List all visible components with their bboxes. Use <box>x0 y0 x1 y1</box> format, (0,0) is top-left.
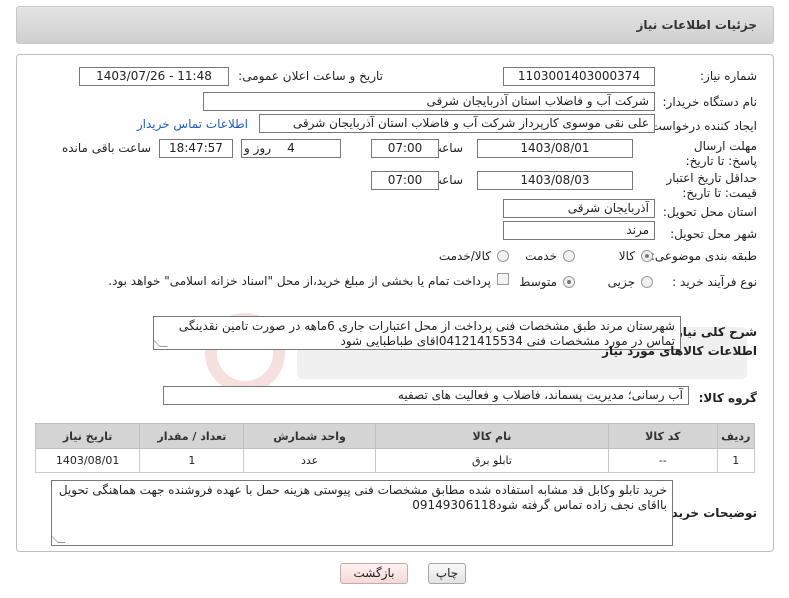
reply-deadline-label: مهلت ارسال پاسخ: تا تاریخ: <box>685 139 757 168</box>
treasury-payment-checkbox[interactable] <box>497 273 509 285</box>
process-radio-medium[interactable] <box>563 276 575 288</box>
cell-goods-code: -- <box>608 448 718 473</box>
category-radio-service[interactable] <box>563 250 575 262</box>
reply-time-field[interactable]: 07:00 <box>371 139 439 158</box>
days-label: روز و <box>244 141 271 155</box>
province-field[interactable]: آذربایجان شرقی <box>503 199 655 218</box>
cell-unit: عدد <box>243 448 376 473</box>
column-header: کد کالا <box>608 423 718 449</box>
treasury-payment-note: پرداخت تمام یا بخشی از مبلغ خرید،از محل … <box>108 274 491 288</box>
creator-label: ایجاد کننده درخواست: <box>646 119 757 133</box>
buyer-contact-link[interactable]: اطلاعات تماس خریدار <box>137 117 248 131</box>
category-label: طبقه بندی موضوعی: <box>650 249 757 263</box>
goods-section-title: اطلاعات کالاهای مورد نیاز <box>602 344 757 358</box>
buyer-org-label: نام دستگاه خریدار: <box>662 95 758 109</box>
city-field[interactable]: مرند <box>503 221 655 240</box>
process-option-medium: متوسط <box>519 275 557 289</box>
goods-group-field[interactable]: آب رسانی؛ مدیریت پسماند، فاضلاب و فعالیت… <box>163 386 689 405</box>
column-header: تاریخ نیاز <box>34 423 141 449</box>
column-header: تعداد / مقدار <box>139 423 245 449</box>
category-option-goods-service: کالا/خدمت <box>438 249 491 263</box>
column-header: واحد شمارش <box>243 423 376 449</box>
process-option-minor: جزیی <box>607 275 635 289</box>
remaining-time-field[interactable]: 18:47:57 <box>159 139 233 158</box>
print-button[interactable]: چاپ <box>428 563 466 584</box>
announce-datetime-field[interactable]: 1403/07/26 - 11:48 <box>79 67 229 86</box>
description-text: شهرستان مرند طبق مشخصات فنی پرداخت از مح… <box>178 319 675 348</box>
reply-date-field[interactable]: 1403/08/01 <box>477 139 633 158</box>
category-radio-goods-service[interactable] <box>497 250 509 262</box>
table-row[interactable]: 1 -- تابلو برق عدد 1 1403/08/01 <box>34 448 755 473</box>
price-validity-time-field[interactable]: 07:00 <box>371 171 439 190</box>
page-title: جزئیات اطلاعات نیاز <box>636 18 757 32</box>
description-label: شرح کلی نیاز: <box>671 325 757 339</box>
category-option-service: خدمت <box>525 249 557 263</box>
province-label: استان محل تحویل: <box>662 205 757 219</box>
page-header: جزئیات اطلاعات نیاز <box>16 6 774 44</box>
cell-row-number: 1 <box>716 448 755 473</box>
buyer-notes-textarea[interactable]: خرید تابلو وکابل قد مشابه استفاده شده مط… <box>51 480 673 546</box>
need-number-field[interactable]: 1103001403000374 <box>503 67 655 86</box>
category-radio-goods[interactable] <box>641 250 653 262</box>
price-validity-label: حداقل تاریخ اعتبار قیمت: تا تاریخ: <box>666 171 757 200</box>
creator-field[interactable]: علی نقی موسوی کارپرداز شرکت آب و فاضلاب … <box>259 114 655 133</box>
goods-table: ردیف کد کالا نام کالا واحد شمارش تعداد /… <box>34 423 755 473</box>
cell-need-date: 1403/08/01 <box>34 448 141 473</box>
announce-datetime-value: 1403/07/26 - 11:48 <box>96 69 212 83</box>
goods-group-label: گروه کالا: <box>698 391 757 405</box>
purchase-process-label: نوع فرآیند خرید : <box>672 275 757 289</box>
remaining-time-label: ساعت باقی مانده <box>61 141 151 155</box>
goods-table-header: ردیف کد کالا نام کالا واحد شمارش تعداد /… <box>34 423 755 449</box>
city-label: شهر محل تحویل: <box>670 227 757 241</box>
back-button[interactable]: بازگشت <box>340 563 408 584</box>
category-option-goods: کالا <box>618 249 635 263</box>
cell-quantity: 1 <box>139 448 245 473</box>
resize-grip-icon[interactable] <box>154 339 168 347</box>
process-radio-minor[interactable] <box>641 276 653 288</box>
column-header: ردیف <box>716 423 755 449</box>
need-details-panel: شماره نیاز: 1103001403000374 تاریخ و ساع… <box>16 54 774 552</box>
need-number-label: شماره نیاز: <box>700 69 757 83</box>
resize-grip-icon[interactable] <box>52 535 66 543</box>
column-header: نام کالا <box>374 423 610 449</box>
cell-goods-name: تابلو برق <box>374 448 610 473</box>
price-validity-date-field[interactable]: 1403/08/03 <box>477 171 633 190</box>
buyer-notes-text: خرید تابلو وکابل قد مشابه استفاده شده مط… <box>58 483 667 512</box>
announce-datetime-label: تاریخ و ساعت اعلان عمومی: <box>238 69 383 83</box>
buyer-org-field[interactable]: شرکت آب و فاضلاب استان آذربایجان شرقی <box>203 92 655 111</box>
